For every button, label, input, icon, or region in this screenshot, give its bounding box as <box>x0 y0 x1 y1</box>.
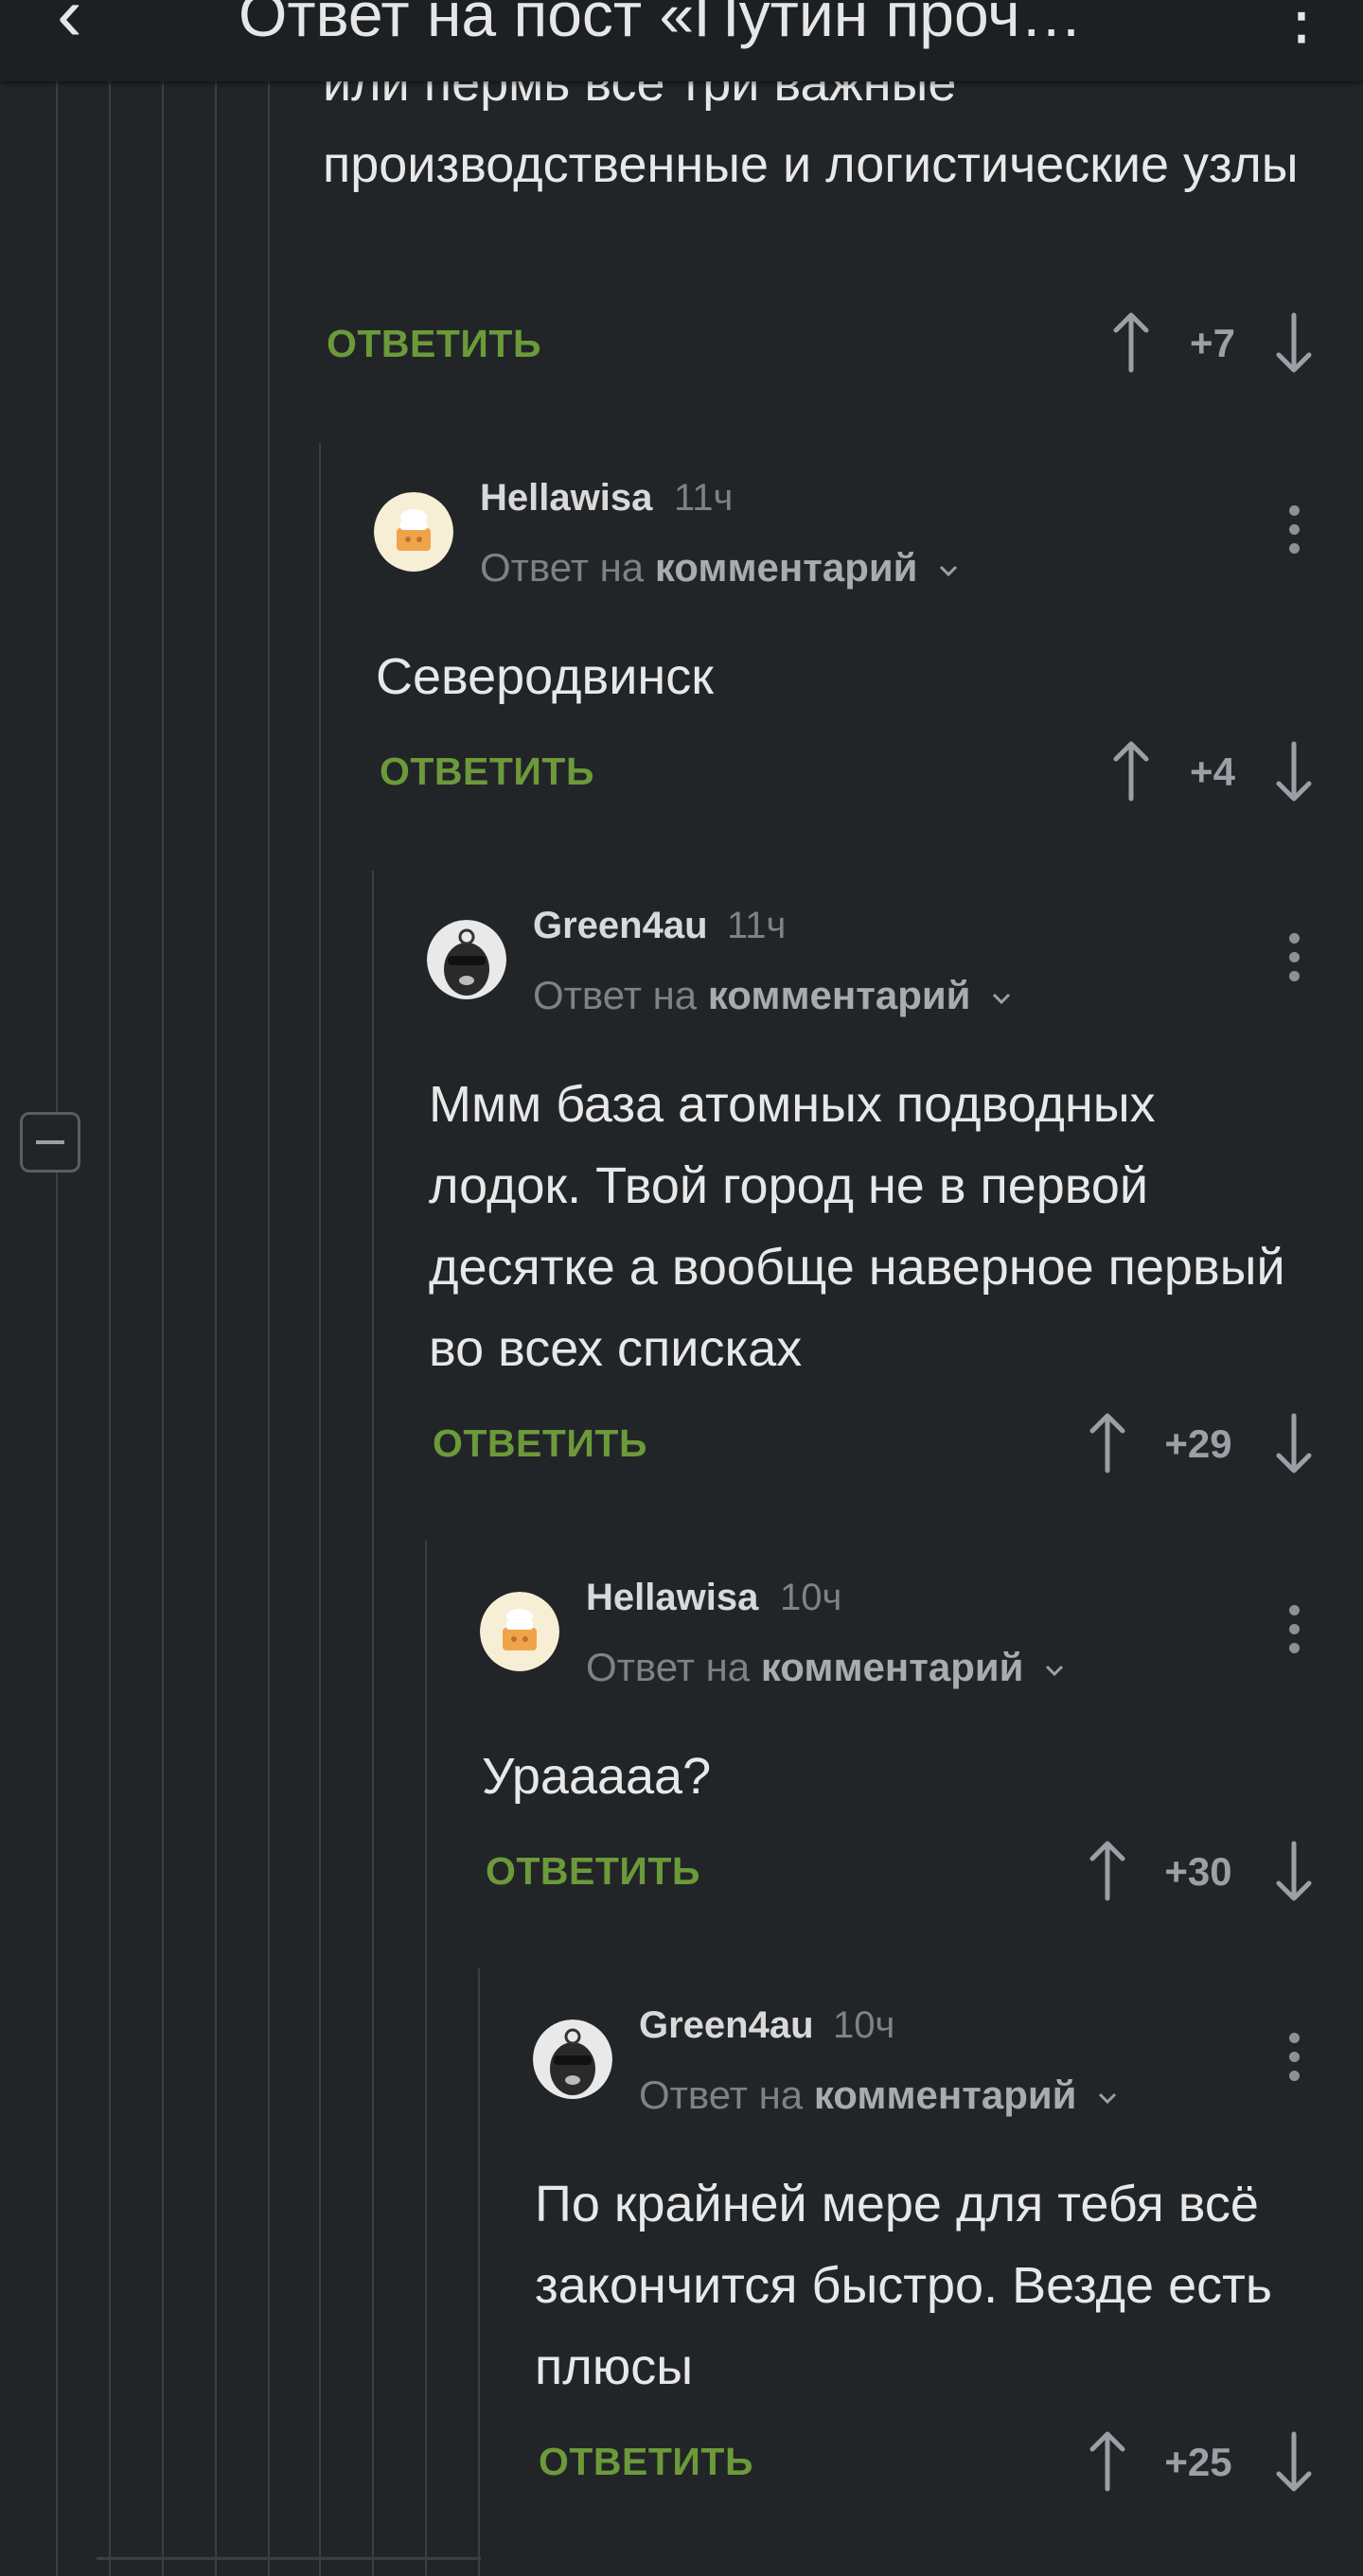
comment-score: +29 <box>1164 1421 1232 1466</box>
upvote-arrow-icon[interactable] <box>1112 738 1150 804</box>
back-arrow-icon[interactable]: ‹ <box>57 0 114 57</box>
upvote-arrow-icon[interactable] <box>1089 1410 1126 1476</box>
chevron-down-icon <box>993 993 1011 1005</box>
comment-menu-icon[interactable] <box>1284 2029 1303 2086</box>
reply-to-target: комментарий <box>707 973 971 1017</box>
avatar[interactable] <box>480 1592 559 1671</box>
comment-score: +4 <box>1190 750 1235 794</box>
reply-to-link[interactable]: Ответ на комментарий <box>480 544 959 591</box>
username[interactable]: Hellawisa <box>586 1575 758 1620</box>
downvote-arrow-icon[interactable] <box>1275 2428 1313 2495</box>
avatar-image-icon <box>533 2020 612 2099</box>
page-title: Ответ на пост «Путин проч… <box>239 0 1083 49</box>
comment-score: +7 <box>1190 321 1235 365</box>
thread-line[interactable] <box>425 1541 427 2576</box>
thread-line[interactable] <box>215 81 217 2576</box>
reply-to-prefix: Ответ на <box>586 1645 751 1689</box>
reply-button[interactable]: ОТВЕТИТЬ <box>486 1847 700 1895</box>
thread-line[interactable] <box>162 81 164 2576</box>
avatar[interactable] <box>533 2020 612 2099</box>
username[interactable]: Hellawisa <box>480 475 652 520</box>
thread-line[interactable] <box>478 1968 480 2576</box>
app-bar: ‹ Ответ на пост «Путин проч… ⋮ <box>0 0 1363 81</box>
thread-line[interactable] <box>268 81 270 2576</box>
thread-line[interactable] <box>319 443 321 2576</box>
reply-button[interactable]: ОТВЕТИТЬ <box>539 2438 753 2485</box>
comment-time: 11ч <box>674 477 734 519</box>
reply-button[interactable]: ОТВЕТИТЬ <box>327 320 541 367</box>
reply-button[interactable]: ОТВЕТИТЬ <box>380 748 594 795</box>
avatar-image-icon <box>480 1592 559 1671</box>
comment-score: +25 <box>1164 2440 1232 2484</box>
reply-to-target: комментарий <box>760 1645 1024 1689</box>
vote-controls: +29 <box>1089 1410 1335 1476</box>
username[interactable]: Green4au <box>533 903 708 948</box>
thread-end-line <box>97 2557 481 2560</box>
avatar-image-icon <box>374 492 453 572</box>
thread-line[interactable] <box>56 81 58 2576</box>
comment-text: Урааааа? <box>482 1748 712 1805</box>
more-menu-icon[interactable]: ⋮ <box>1268 0 1335 57</box>
vote-controls: +4 <box>1112 738 1358 804</box>
vote-controls: +25 <box>1089 2428 1335 2495</box>
downvote-arrow-icon[interactable] <box>1275 1410 1313 1476</box>
comment-score: +30 <box>1164 1849 1232 1894</box>
avatar[interactable] <box>427 920 506 999</box>
reply-to-link[interactable]: Ответ на комментарий <box>533 972 1012 1019</box>
chevron-down-icon <box>940 565 958 577</box>
downvote-arrow-icon[interactable] <box>1275 1838 1313 1904</box>
reply-to-target: комментарий <box>654 545 918 590</box>
chevron-down-icon <box>1099 2092 1117 2105</box>
downvote-arrow-icon[interactable] <box>1275 738 1313 804</box>
reply-to-prefix: Ответ на <box>533 973 698 1017</box>
upvote-arrow-icon[interactable] <box>1112 309 1150 376</box>
avatar[interactable] <box>374 492 453 572</box>
comment-menu-icon[interactable] <box>1284 502 1303 558</box>
upvote-arrow-icon[interactable] <box>1089 1838 1126 1904</box>
comment-time: 10ч <box>780 1577 842 1618</box>
reply-to-link[interactable]: Ответ на комментарий <box>639 2072 1118 2119</box>
comment-menu-icon[interactable] <box>1284 1601 1303 1658</box>
avatar-image-icon <box>427 920 506 999</box>
vote-controls: +7 <box>1112 309 1358 376</box>
vote-controls: +30 <box>1089 1838 1335 1904</box>
comment-time: 10ч <box>833 2004 895 2046</box>
reply-to-prefix: Ответ на <box>639 2073 804 2117</box>
reply-to-prefix: Ответ на <box>480 545 645 590</box>
thread-line[interactable] <box>109 81 111 2576</box>
collapse-thread-button[interactable] <box>20 1112 80 1173</box>
upvote-arrow-icon[interactable] <box>1089 2428 1126 2495</box>
thread-line[interactable] <box>372 871 374 2576</box>
reply-to-link[interactable]: Ответ на комментарий <box>586 1644 1065 1691</box>
downvote-arrow-icon[interactable] <box>1275 309 1313 376</box>
comment-time: 11ч <box>727 905 787 946</box>
username[interactable]: Green4au <box>639 2003 814 2048</box>
comment-text: Северодвинск <box>376 648 714 705</box>
chevron-down-icon <box>1046 1665 1064 1677</box>
reply-button[interactable]: ОТВЕТИТЬ <box>433 1420 647 1467</box>
comment-menu-icon[interactable] <box>1284 929 1303 986</box>
reply-to-target: комментарий <box>813 2073 1077 2117</box>
comment-text: Ммм база атомных подводных лодок. Твой г… <box>429 1076 1285 1377</box>
comment-text: По крайней мере для тебя всё закончится … <box>535 2176 1272 2395</box>
